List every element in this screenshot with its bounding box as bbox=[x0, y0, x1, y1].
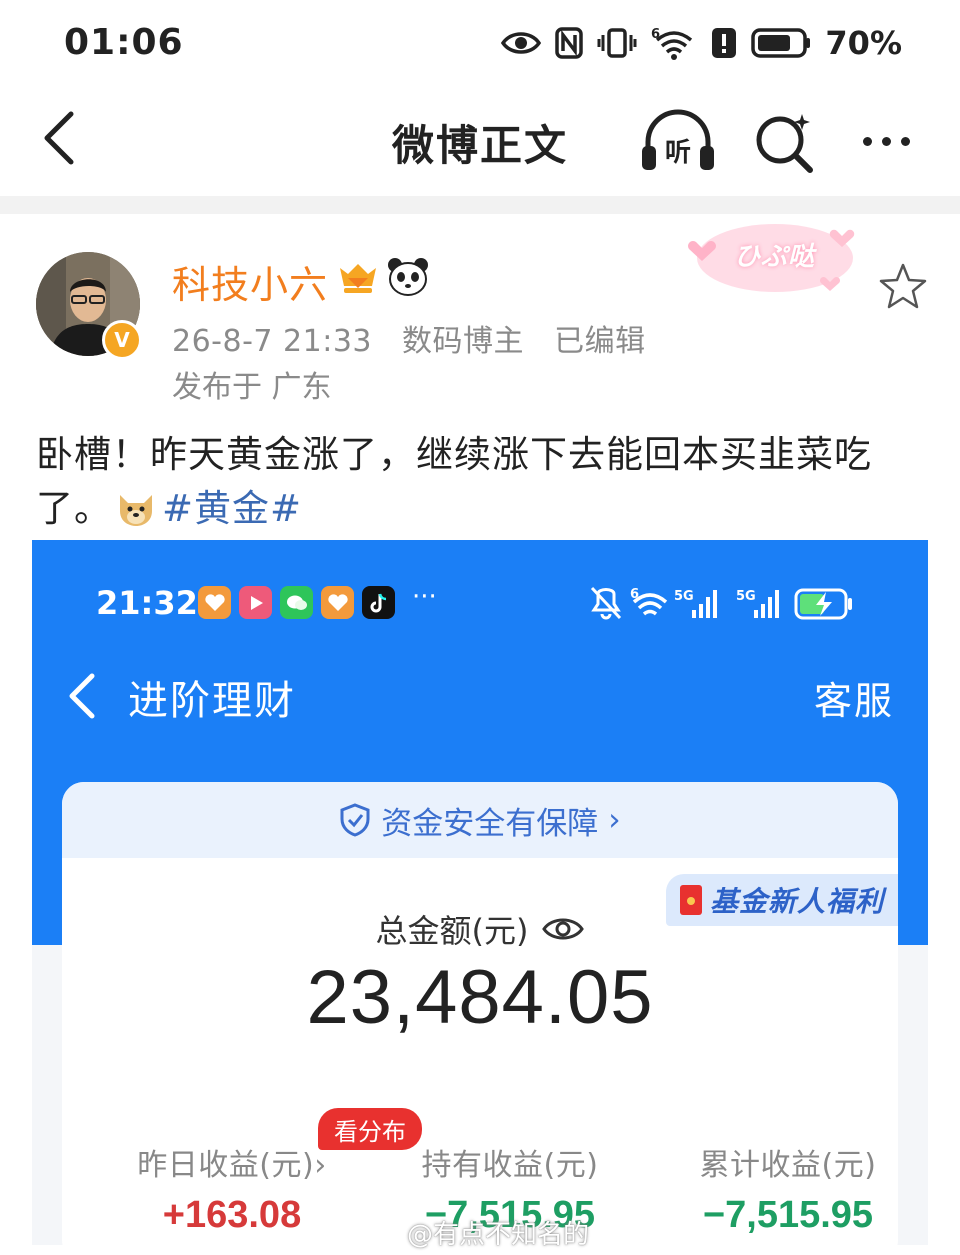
hashtag-link[interactable]: #黄金# bbox=[162, 487, 302, 530]
watermark-text: @有点不知名的 bbox=[406, 1220, 589, 1250]
post-location: 发布于 广东 bbox=[172, 370, 332, 405]
stat-label: 昨日收益(元) bbox=[137, 1148, 315, 1183]
chevron-right-icon: › bbox=[314, 1148, 327, 1183]
post-image[interactable]: 21:32 ··· 6 5G 5G 进阶理财 客服 资金安全有保障 › 基金新人… bbox=[32, 540, 928, 1245]
star-icon bbox=[879, 263, 927, 309]
more-dot-icon bbox=[900, 136, 910, 146]
image-watermark: @有点不知名的 bbox=[0, 1214, 960, 1251]
listen-button[interactable]: 听 bbox=[638, 106, 718, 176]
notification-app-icons bbox=[198, 586, 395, 619]
chevron-left-icon bbox=[44, 111, 74, 165]
wechat-icon bbox=[280, 586, 313, 619]
screenshot-status-time: 21:32 bbox=[96, 584, 198, 622]
more-dot-icon bbox=[862, 136, 872, 146]
author-name[interactable]: 科技小六 bbox=[172, 254, 328, 309]
weibo-post-page: 01:06 6 70% 微博正文 听 ひぷ哒 V 科技小六 26-8-7 21:… bbox=[0, 0, 960, 1255]
eye-icon bbox=[501, 32, 542, 54]
account-summary-card: 资金安全有保障 › 基金新人福利 总金额(元) 23,484.05 昨日收益(元… bbox=[62, 782, 898, 1245]
screenshot-title: 进阶理财 bbox=[128, 678, 296, 724]
chevron-right-icon: › bbox=[608, 802, 621, 838]
nfc-icon bbox=[555, 27, 584, 59]
search-button[interactable] bbox=[752, 106, 818, 176]
listen-label: 听 bbox=[665, 138, 691, 168]
total-amount-label-row: 总金额(元) bbox=[62, 906, 898, 952]
more-notifications: ··· bbox=[412, 582, 437, 612]
decoration-text: ひぷ哒 bbox=[734, 242, 816, 272]
top-nav-bar: 微博正文 听 bbox=[0, 90, 960, 196]
alert-icon bbox=[712, 28, 737, 58]
video-app-icon bbox=[239, 586, 272, 619]
status-time: 01:06 bbox=[64, 22, 184, 63]
screenshot-status-icons: 6 5G 5G bbox=[590, 584, 900, 624]
vip-crown-icon bbox=[338, 260, 378, 294]
status-bar: 01:06 6 70% bbox=[0, 0, 960, 90]
view-distribution-button: 看分布 bbox=[318, 1108, 422, 1150]
more-options-button[interactable] bbox=[850, 106, 922, 176]
doge-emoji-icon bbox=[116, 488, 156, 526]
favorite-button[interactable] bbox=[878, 262, 928, 310]
search-icon bbox=[756, 114, 813, 173]
safety-banner: 资金安全有保障 › bbox=[62, 782, 898, 858]
status-icons: 6 70% bbox=[501, 24, 902, 62]
svg-text:5G: 5G bbox=[674, 589, 694, 604]
edited-label[interactable]: 已编辑 bbox=[554, 324, 646, 359]
heart-app-icon bbox=[198, 586, 231, 619]
heart-app-icon bbox=[321, 586, 354, 619]
screenshot-back-icon bbox=[62, 668, 102, 724]
headphones-icon: 听 bbox=[642, 109, 714, 170]
tiktok-icon bbox=[362, 586, 395, 619]
panda-icon bbox=[386, 256, 430, 296]
customer-service-link: 客服 bbox=[813, 679, 894, 723]
total-amount-label: 总金额(元) bbox=[375, 912, 529, 950]
total-amount-value: 23,484.05 bbox=[306, 955, 654, 1040]
eye-icon bbox=[542, 918, 585, 940]
post-meta: 26-8-7 21:33 数码博主 已编辑 bbox=[172, 316, 666, 360]
shield-check-icon bbox=[340, 803, 370, 837]
more-dot-icon bbox=[881, 136, 891, 146]
safety-text: 资金安全有保障 bbox=[381, 805, 599, 842]
post-body: 卧槽！昨天黄金涨了，继续涨下去能回本买韭菜吃了。 #黄金# bbox=[36, 428, 926, 536]
battery-icon bbox=[751, 28, 811, 58]
back-button[interactable] bbox=[30, 106, 86, 170]
stat-label: 累计收益(元) bbox=[699, 1148, 877, 1183]
wifi-icon: 6 bbox=[651, 27, 693, 60]
battery-percent: 70% bbox=[825, 24, 902, 62]
weibo-logo-icon bbox=[370, 1223, 401, 1248]
svg-text:5G: 5G bbox=[736, 589, 756, 604]
verified-badge-icon: V bbox=[102, 320, 142, 360]
post-date: 26-8-7 21:33 bbox=[172, 324, 372, 359]
author-role: 数码博主 bbox=[402, 324, 525, 359]
vibrate-icon bbox=[597, 28, 637, 58]
